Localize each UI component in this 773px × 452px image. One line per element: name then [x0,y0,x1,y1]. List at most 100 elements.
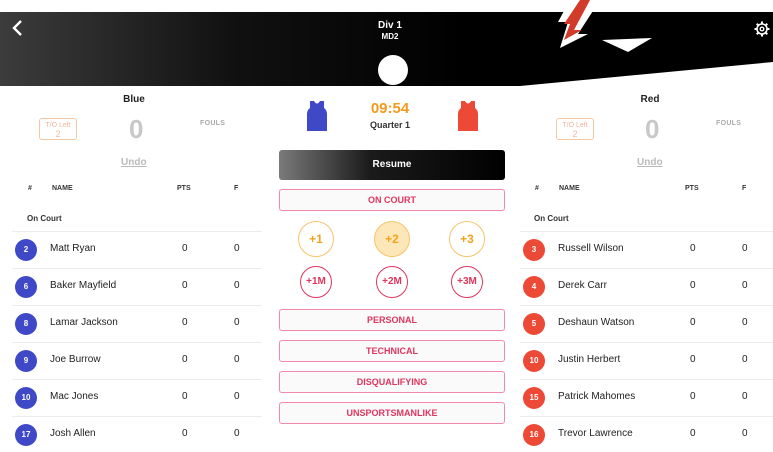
plus-3-made-button[interactable]: +3M [451,266,483,298]
player-number-badge: 15 [523,387,545,409]
player-number-badge: 9 [15,350,37,372]
unsportsmanlike-foul-button[interactable]: UNSPORTSMANLIKE [279,402,505,424]
player-points: 0 [182,354,188,365]
col-num: # [535,185,539,192]
personal-foul-button[interactable]: PERSONAL [279,309,505,331]
player-fouls: 0 [234,354,240,365]
player-points: 0 [182,243,188,254]
player-points: 0 [182,280,188,291]
player-number-badge: 5 [523,313,545,335]
player-number-badge: 8 [15,313,37,335]
center-indicator-dot[interactable] [378,55,408,85]
home-jersey-icon [307,101,327,131]
away-jersey-icon [458,101,478,131]
player-number-badge: 4 [523,276,545,298]
timeouts-value: 2 [572,129,578,139]
annotation-arrow-icon [558,0,652,52]
player-row[interactable]: 16 Trevor Lawrence 0 0 [520,416,773,452]
disqualifying-foul-button[interactable]: DISQUALIFYING [279,371,505,393]
player-row[interactable]: 10 Justin Herbert 0 0 [520,342,773,378]
away-on-court-label: On Court [534,214,569,223]
timeouts-value: 2 [55,129,61,139]
settings-button[interactable] [754,21,770,37]
player-name: Lamar Jackson [50,317,118,328]
on-court-button[interactable]: ON COURT [279,189,505,211]
player-number-badge: 10 [15,387,37,409]
player-fouls: 0 [742,354,748,365]
player-fouls: 0 [234,317,240,328]
player-number-badge: 16 [523,424,545,446]
home-timeouts-box[interactable]: T/O Left 2 [39,118,77,140]
plus-2-made-button[interactable]: +2M [376,266,408,298]
player-fouls: 0 [234,391,240,402]
away-team-name: Red [640,94,660,105]
header-bar: Div 1 MD2 [0,0,773,86]
player-name: Josh Allen [50,428,96,439]
player-fouls: 0 [742,428,748,439]
player-row[interactable]: 9 Joe Burrow 0 0 [12,342,262,378]
home-fouls-label: FOULS [200,120,226,127]
home-undo-button[interactable]: Undo [121,157,147,168]
player-fouls: 0 [742,317,748,328]
plus-3-button[interactable]: +3 [449,221,485,257]
away-fouls-label: FOULS [716,120,742,127]
col-fouls: F [742,185,747,192]
player-number-badge: 3 [523,239,545,261]
col-name: NAME [559,185,580,192]
player-row[interactable]: 6 Baker Mayfield 0 0 [12,268,262,304]
player-points: 0 [690,243,696,254]
player-number-badge: 2 [15,239,37,261]
player-fouls: 0 [234,428,240,439]
resume-button[interactable]: Resume [279,150,505,180]
player-name: Deshaun Watson [558,317,635,328]
col-pts: PTS [685,185,699,192]
player-row[interactable]: 5 Deshaun Watson 0 0 [520,305,773,341]
division-title: Div 1 [378,20,402,31]
player-name: Justin Herbert [558,354,621,365]
player-name: Baker Mayfield [50,280,117,291]
plus-2-button[interactable]: +2 [374,221,410,257]
player-row[interactable]: 3 Russell Wilson 0 0 [520,231,773,267]
player-fouls: 0 [742,391,748,402]
player-row[interactable]: 4 Derek Carr 0 0 [520,268,773,304]
home-team-name: Blue [123,94,145,105]
player-points: 0 [690,428,696,439]
player-name: Matt Ryan [50,243,96,254]
player-row[interactable]: 2 Matt Ryan 0 0 [12,231,262,267]
game-clock[interactable]: 09:54 [360,100,420,117]
player-points: 0 [182,391,188,402]
gear-icon [754,21,770,37]
plus-1-made-button[interactable]: +1M [300,266,332,298]
player-name: Mac Jones [50,391,99,402]
col-fouls: F [234,185,239,192]
player-row[interactable]: 10 Mac Jones 0 0 [12,379,262,415]
player-points: 0 [690,391,696,402]
player-name: Derek Carr [558,280,607,291]
col-name: NAME [52,185,73,192]
player-points: 0 [182,428,188,439]
player-points: 0 [690,317,696,328]
plus-1-button[interactable]: +1 [298,221,334,257]
player-row[interactable]: 15 Patrick Mahomes 0 0 [520,379,773,415]
player-fouls: 0 [234,280,240,291]
back-button[interactable] [10,18,30,40]
match-code: MD2 [381,32,399,41]
away-timeouts-box[interactable]: T/O Left 2 [556,118,594,140]
player-points: 0 [690,354,696,365]
player-name: Trevor Lawrence [558,428,633,439]
player-fouls: 0 [742,243,748,254]
player-name: Patrick Mahomes [558,391,636,402]
chevron-left-icon [12,20,22,36]
player-number-badge: 6 [15,276,37,298]
player-fouls: 0 [234,243,240,254]
home-on-court-label: On Court [27,214,62,223]
player-name: Russell Wilson [558,243,624,254]
quarter-label: Quarter 1 [369,120,411,130]
player-row[interactable]: 17 Josh Allen 0 0 [12,416,262,452]
game-title: Div 1 MD2 [340,20,440,41]
player-row[interactable]: 8 Lamar Jackson 0 0 [12,305,262,341]
player-number-badge: 17 [15,424,37,446]
player-points: 0 [182,317,188,328]
away-undo-button[interactable]: Undo [637,157,663,168]
technical-foul-button[interactable]: TECHNICAL [279,340,505,362]
